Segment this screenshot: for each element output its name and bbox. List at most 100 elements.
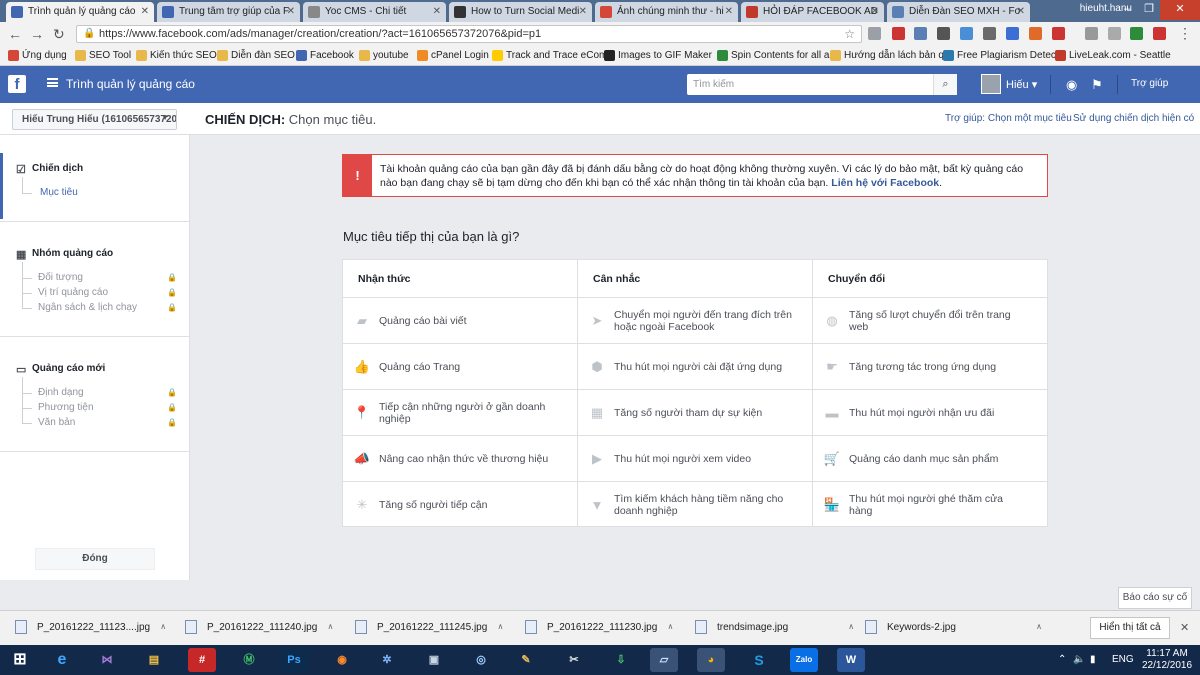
- bookmark-cpanel[interactable]: cPanel Login: [417, 50, 489, 61]
- use-existing-campaign-link[interactable]: Sử dụng chiến dịch hiện có: [1073, 113, 1194, 124]
- firefox-icon[interactable]: ◉: [328, 648, 356, 672]
- skype-icon[interactable]: S: [745, 648, 773, 672]
- objective-post-engagement[interactable]: ▰ Quảng cáo bài viết: [343, 298, 577, 343]
- download-item[interactable]: P_20161222_111230.jpg ∧: [525, 620, 673, 634]
- bookmark-apps[interactable]: Ứng dụng: [8, 50, 67, 61]
- word-icon[interactable]: W: [837, 648, 865, 672]
- objective-traffic[interactable]: ➤ Chuyển mọi người đến trang đích trên ho…: [578, 298, 812, 343]
- help-link[interactable]: Trợ giúp: [1131, 78, 1168, 89]
- minimize-icon[interactable]: –: [1116, 0, 1138, 20]
- objective-app-installs[interactable]: ⬢ Thu hút mọi người cài đặt ứng dụng: [578, 344, 812, 389]
- avatar[interactable]: [981, 74, 1001, 94]
- close-tab-icon[interactable]: ✕: [871, 6, 879, 17]
- block-icon[interactable]: [892, 27, 905, 40]
- tab-ads-manager[interactable]: Trình quản lý quảng cáo ✕: [6, 2, 154, 22]
- extension-icon[interactable]: [1029, 27, 1042, 40]
- chrome-icon[interactable]: ◕: [697, 648, 725, 672]
- extension-icon[interactable]: [1108, 27, 1121, 40]
- back-arrow-icon[interactable]: ←: [8, 26, 22, 42]
- notepad-icon[interactable]: ▱: [650, 648, 678, 672]
- sidebar-item-objective[interactable]: Mục tiêu: [40, 187, 78, 198]
- app-title[interactable]: Trình quản lý quảng cáo: [66, 77, 195, 91]
- close-tab-icon[interactable]: ✕: [141, 6, 149, 17]
- tab-social-media[interactable]: How to Turn Social Medi ✕: [449, 2, 592, 22]
- flag-icon[interactable]: [1153, 27, 1166, 40]
- close-shelf-icon[interactable]: ✕: [1180, 621, 1189, 634]
- chevron-up-icon[interactable]: ∧: [667, 622, 673, 631]
- bookmark-spin[interactable]: Spin Contents for all a: [717, 50, 829, 61]
- input-language[interactable]: ENG: [1112, 654, 1134, 665]
- objective-reach[interactable]: ✳ Tăng số người tiếp cận: [343, 482, 577, 527]
- bookmark-track-trace[interactable]: Track and Trace eCom: [492, 50, 607, 61]
- reload-icon[interactable]: ↻: [53, 26, 65, 43]
- chevron-up-icon[interactable]: ∧: [848, 622, 854, 631]
- chevron-up-icon[interactable]: ∧: [1036, 622, 1042, 631]
- file-explorer-icon[interactable]: ▤: [140, 648, 168, 672]
- extension-icon[interactable]: [1052, 27, 1065, 40]
- chevron-up-icon[interactable]: ∧: [160, 622, 166, 631]
- image-viewer-icon[interactable]: ▣: [420, 648, 448, 672]
- bookmark-folder[interactable]: Kiến thức SEO: [136, 50, 217, 61]
- close-window-icon[interactable]: ✕: [1160, 0, 1200, 20]
- extension-icon[interactable]: [914, 27, 927, 40]
- paint-icon[interactable]: ✎: [512, 648, 540, 672]
- hamburger-menu-icon[interactable]: [47, 78, 58, 87]
- extension-icon[interactable]: [1130, 27, 1143, 40]
- facebook-logo-icon[interactable]: f: [8, 75, 26, 93]
- forward-arrow-icon[interactable]: →: [30, 26, 44, 42]
- objective-event-responses[interactable]: ▦ Tăng số người tham dự sự kiện: [578, 390, 812, 435]
- download-icon[interactable]: [1085, 27, 1098, 40]
- objective-app-engagement[interactable]: ☛ Tăng tương tác trong ứng dụng: [813, 344, 1047, 389]
- maximize-icon[interactable]: ❐: [1138, 0, 1160, 20]
- bookmark-star-icon[interactable]: ☆: [844, 27, 855, 41]
- sidebar-section-new-ad[interactable]: ▭ Quảng cáo mới: [16, 363, 105, 376]
- media-app-icon[interactable]: Ⓜ: [235, 648, 263, 672]
- close-tab-icon[interactable]: ✕: [287, 6, 295, 17]
- objective-store-visits[interactable]: 🏪 Thu hút mọi người ghé thăm cửa hàng: [813, 482, 1047, 527]
- download-item[interactable]: Keywords-2.jpg ∧: [865, 620, 1042, 634]
- bookmark-folder[interactable]: Hướng dẫn lách bản q: [830, 50, 944, 61]
- user-menu[interactable]: Hiếu ▾: [1006, 78, 1037, 91]
- objective-offer-claims[interactable]: ▬ Thu hút mọi người nhận ưu đãi: [813, 390, 1047, 435]
- link-icon[interactable]: [960, 27, 973, 40]
- tab-gmail[interactable]: Ảnh chúng minh thư - hi ✕: [595, 2, 738, 22]
- download-item[interactable]: trendsimage.jpg ∧: [695, 620, 854, 634]
- visual-studio-icon[interactable]: ⋈: [93, 648, 121, 672]
- app-icon[interactable]: ✲: [373, 648, 401, 672]
- show-all-downloads-button[interactable]: Hiển thị tất cả: [1090, 617, 1170, 639]
- bookmark-gif-maker[interactable]: Images to GIF Maker: [604, 50, 712, 61]
- bookmark-folder[interactable]: youtube: [359, 50, 409, 61]
- iq-icon[interactable]: [1006, 27, 1019, 40]
- tab-facebook-ads-qa[interactable]: HỎI ĐÁP FACEBOOK AD ✕: [741, 2, 884, 22]
- sidebar-section-campaign[interactable]: ☑ Chiến dịch: [16, 163, 83, 176]
- download-item[interactable]: P_20161222_111240.jpg ∧: [185, 620, 333, 634]
- tab-yoc-cms[interactable]: Yoc CMS - Chi tiết ✕: [303, 2, 446, 22]
- download-item[interactable]: P_20161222_111245.jpg ∧: [355, 620, 503, 634]
- report-problem-button[interactable]: Báo cáo sự cố: [1118, 587, 1192, 609]
- sidebar-section-adset[interactable]: ▦ Nhóm quảng cáo: [16, 248, 113, 261]
- speaker-icon[interactable]: 🔈: [1073, 654, 1085, 665]
- chevron-up-icon[interactable]: ∧: [327, 622, 333, 631]
- objective-local-awareness[interactable]: 📍 Tiếp cận những người ở gần doanh nghiệp: [343, 390, 577, 435]
- download-manager-icon[interactable]: ⇩: [607, 648, 635, 672]
- flag-icon[interactable]: ⚑: [1091, 77, 1103, 93]
- tab-help-center[interactable]: Trung tâm trợ giúp của F ✕: [157, 2, 300, 22]
- extension-icon[interactable]: [983, 27, 996, 40]
- clock[interactable]: 11:17 AM 22/12/2016: [1142, 648, 1192, 672]
- close-tab-icon[interactable]: ✕: [1017, 6, 1025, 17]
- bookmark-plagiarism[interactable]: Free Plagiarism Detec: [943, 50, 1056, 61]
- objective-video-views[interactable]: ▶ Thu hút mọi người xem video: [578, 436, 812, 481]
- hashtag-app-icon[interactable]: #: [188, 648, 216, 672]
- download-item[interactable]: P_20161222_11123....jpg ∧: [15, 620, 166, 634]
- close-tab-icon[interactable]: ✕: [433, 6, 441, 17]
- bookmark-facebook[interactable]: Facebook: [296, 50, 354, 61]
- contact-facebook-link[interactable]: Liên hệ với Facebook: [831, 177, 939, 189]
- close-tab-icon[interactable]: ✕: [579, 6, 587, 17]
- close-tab-icon[interactable]: ✕: [725, 6, 733, 17]
- search-input[interactable]: Tìm kiếm ⌕: [687, 74, 957, 95]
- bookmark-liveleak[interactable]: LiveLeak.com - Seattle: [1055, 50, 1171, 61]
- chevron-up-icon[interactable]: ∧: [497, 622, 503, 631]
- bookmark-folder[interactable]: Diễn đàn SEO: [217, 50, 295, 61]
- url-bar[interactable]: 🔒 https://www.facebook.com/ads/manager/c…: [76, 25, 862, 43]
- extension-icon[interactable]: [868, 27, 881, 40]
